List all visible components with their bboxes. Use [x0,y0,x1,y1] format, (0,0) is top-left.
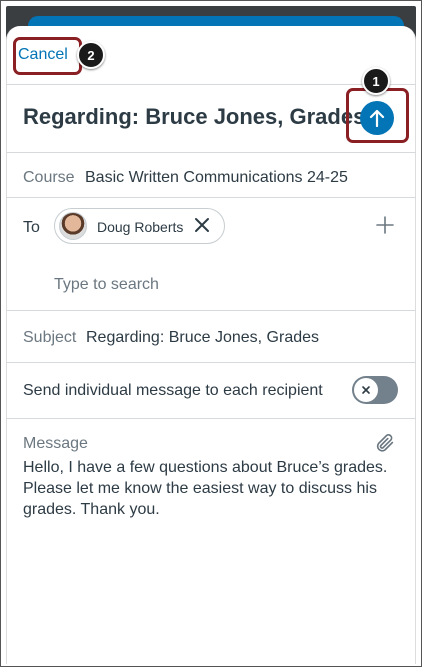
subject-label: Subject [23,329,77,346]
individual-message-label: Send individual message to each recipien… [23,382,323,399]
individual-message-toggle[interactable] [352,376,398,404]
close-icon[interactable] [193,216,211,234]
paperclip-icon[interactable] [374,432,396,454]
message-label: Message [23,435,88,452]
divider [6,418,416,419]
callout-box-cancel [13,37,82,75]
plus-icon[interactable] [376,216,394,234]
course-value[interactable]: Basic Written Communications 24-25 [85,169,348,187]
search-input[interactable]: Type to search [54,276,159,294]
callout-badge-1: 1 [362,67,390,95]
divider [6,197,416,198]
avatar [59,212,87,240]
arrow-up-icon [369,109,385,127]
subject-field[interactable]: Regarding: Bruce Jones, Grades [86,329,319,347]
send-button[interactable] [360,101,394,135]
divider [6,310,416,311]
course-label: Course [23,169,75,186]
divider [6,362,416,363]
recipient-name: Doug Roberts [97,219,184,235]
toggle-knob [354,378,378,402]
message-body-field[interactable]: Hello, I have a few questions about Bruc… [23,457,403,520]
callout-badge-2: 2 [77,41,105,69]
divider [6,152,416,153]
divider [6,84,416,85]
recipient-chip[interactable]: Doug Roberts [54,208,225,244]
to-label: To [23,219,40,236]
page-title: Regarding: Bruce Jones, Grades [23,104,366,129]
x-icon [362,386,370,394]
